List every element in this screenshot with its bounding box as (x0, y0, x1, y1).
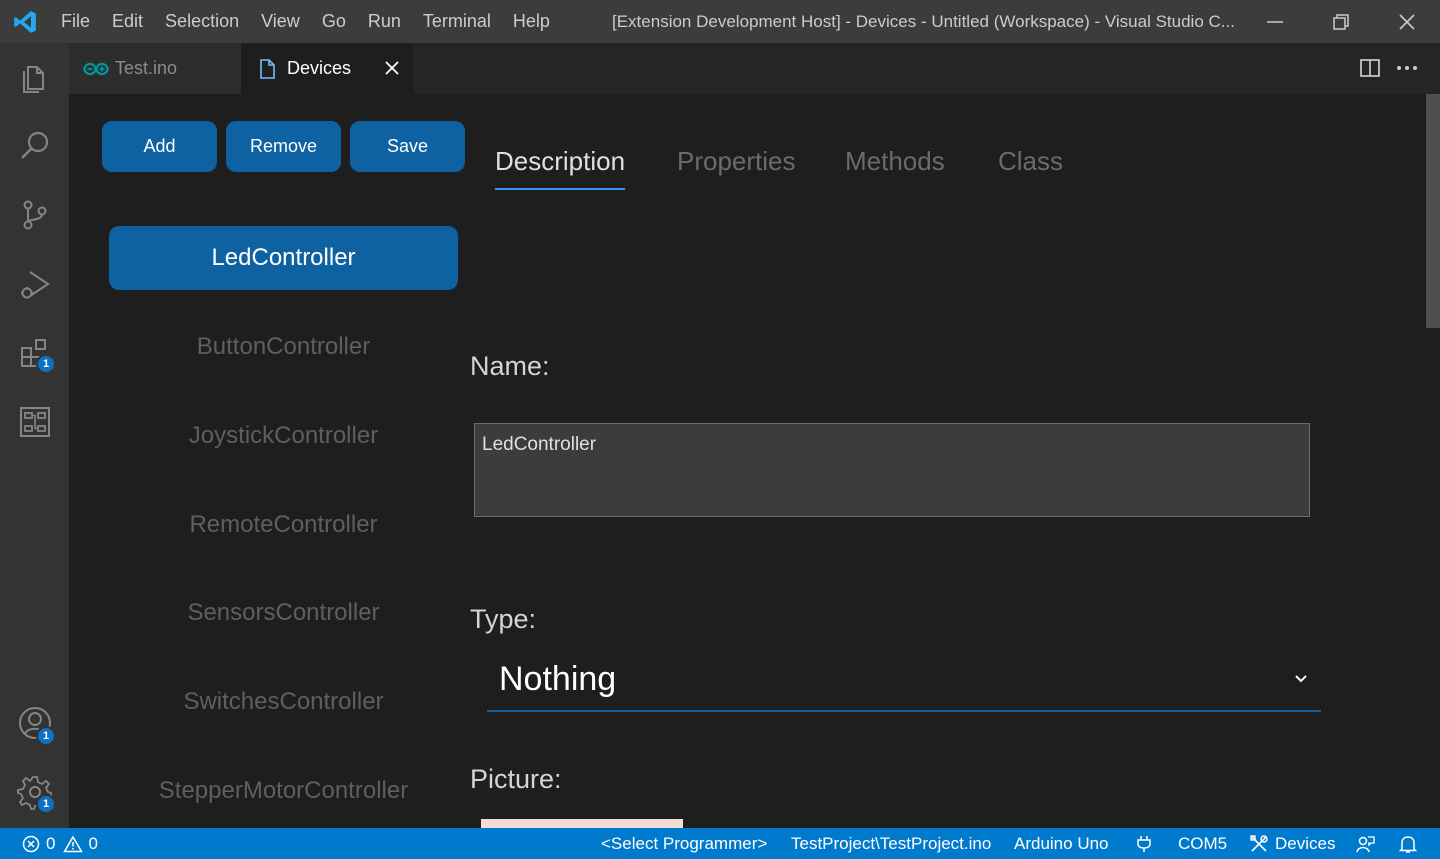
save-button[interactable]: Save (350, 121, 465, 172)
restore-button[interactable] (1308, 0, 1374, 43)
bell-icon (1399, 835, 1417, 853)
devices-status-item[interactable]: Devices (1249, 828, 1335, 859)
plug-icon (1137, 835, 1151, 852)
devices-editor: Add Remove Save Description Properties M… (69, 94, 1426, 828)
vscode-logo-icon (14, 11, 36, 33)
tab-methods[interactable]: Methods (845, 146, 945, 177)
close-window-button[interactable] (1374, 0, 1440, 43)
accounts-button[interactable]: 1 (0, 695, 69, 751)
close-icon (1399, 13, 1415, 30)
chevron-down-icon (1295, 675, 1307, 683)
more-actions-icon[interactable] (1396, 65, 1418, 71)
tab-devices[interactable]: Devices (241, 43, 413, 94)
minimize-button[interactable] (1242, 0, 1308, 43)
devices-status-label: Devices (1275, 833, 1336, 853)
explorer-button[interactable] (0, 49, 69, 105)
accounts-badge: 1 (36, 726, 56, 746)
menu-selection[interactable]: Selection (165, 11, 239, 32)
tab-label: Test.ino (115, 58, 178, 78)
tab-properties[interactable]: Properties (677, 146, 796, 177)
tools-icon (1250, 834, 1268, 852)
type-label: Type: (470, 604, 537, 634)
scrollbar-thumb[interactable] (1426, 94, 1440, 328)
menu-run[interactable]: Run (368, 11, 401, 32)
device-item[interactable]: StepperMotorController (109, 777, 458, 805)
device-item[interactable]: JoystickController (109, 422, 458, 450)
active-tab-indicator (495, 188, 625, 190)
select-programmer[interactable]: <Select Programmer> (601, 828, 767, 859)
add-button[interactable]: Add (102, 121, 217, 172)
error-count: 0 (46, 833, 56, 853)
tab-test-ino[interactable]: Test.ino (69, 43, 241, 94)
device-item[interactable]: SwitchesController (109, 688, 458, 716)
menu-view[interactable]: View (261, 11, 300, 32)
menu-help[interactable]: Help (513, 11, 550, 32)
problems-indicator[interactable]: 0 0 (22, 828, 98, 859)
restore-icon (1333, 13, 1349, 30)
editor-tab-bar: Test.ino Devices (69, 43, 1440, 94)
remove-button[interactable]: Remove (226, 121, 341, 172)
serial-monitor-button[interactable] (1136, 828, 1152, 859)
run-debug-button[interactable] (0, 256, 69, 312)
type-select-value: Nothing (499, 660, 617, 698)
warning-count: 0 (88, 833, 98, 853)
feedback-button[interactable] (1355, 828, 1375, 859)
search-icon (20, 131, 48, 159)
board-selector[interactable]: Arduino Uno (1014, 828, 1109, 859)
settings-badge: 1 (36, 794, 56, 814)
tab-class[interactable]: Class (998, 146, 1063, 177)
menu-bar: File Edit Selection View Go Run Terminal… (50, 0, 561, 43)
device-item-selected[interactable]: LedController (109, 226, 458, 290)
arduino-devices-button[interactable] (0, 394, 69, 450)
type-select[interactable]: Nothing (487, 654, 1321, 712)
serial-port[interactable]: COM5 (1178, 828, 1227, 859)
window-title: [Extension Development Host] - Devices -… (612, 12, 1235, 31)
device-item[interactable]: ButtonController (109, 333, 458, 361)
error-icon (22, 835, 40, 852)
extensions-button[interactable]: 1 (0, 325, 69, 381)
device-item[interactable]: SensorsController (109, 599, 458, 627)
status-bar: 0 0 <Select Programmer> TestProject\Test… (0, 828, 1440, 859)
search-button[interactable] (0, 118, 69, 174)
extensions-badge: 1 (36, 354, 56, 374)
minimize-icon (1267, 20, 1283, 23)
menu-terminal[interactable]: Terminal (423, 11, 491, 32)
menu-edit[interactable]: Edit (112, 11, 143, 32)
run-debug-icon (20, 271, 50, 299)
notifications-button[interactable] (1399, 828, 1417, 859)
device-picture (481, 819, 683, 828)
title-bar: File Edit Selection View Go Run Terminal… (0, 0, 1440, 43)
feedback-icon (1356, 835, 1375, 852)
menu-file[interactable]: File (61, 11, 90, 32)
name-field[interactable]: LedController (474, 423, 1310, 517)
menu-go[interactable]: Go (322, 11, 346, 32)
activity-bar: 1 1 1 (0, 43, 69, 828)
device-board-icon (19, 407, 50, 437)
file-icon (260, 58, 275, 79)
sketch-file[interactable]: TestProject\TestProject.ino (791, 828, 991, 859)
source-control-icon (23, 200, 46, 230)
picture-label: Picture: (470, 764, 562, 794)
tab-description[interactable]: Description (495, 146, 625, 177)
manage-button[interactable]: 1 (0, 764, 69, 820)
close-tab-icon[interactable] (384, 60, 400, 76)
name-label: Name: (470, 351, 550, 381)
source-control-button[interactable] (0, 187, 69, 243)
files-icon (22, 66, 44, 93)
arduino-icon (83, 62, 109, 75)
warning-icon (63, 835, 84, 852)
device-item[interactable]: RemoteController (109, 511, 458, 539)
split-editor-icon[interactable] (1359, 58, 1381, 78)
tab-label: Devices (287, 58, 352, 78)
